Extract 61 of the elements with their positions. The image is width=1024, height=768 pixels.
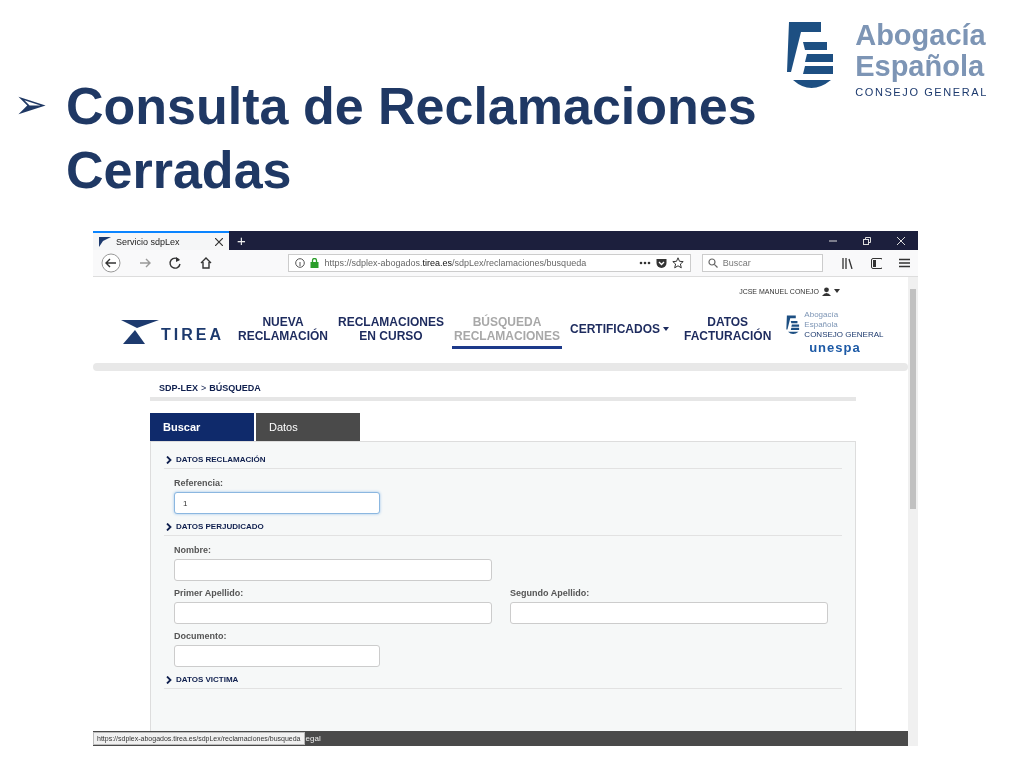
input-field[interactable]: 1 xyxy=(174,492,380,514)
back-icon[interactable] xyxy=(101,253,121,273)
nav-link[interactable]: DATOS FACTURACIÓN xyxy=(682,315,774,349)
field-label: Referencia: xyxy=(174,478,225,488)
chevron-icon xyxy=(166,455,172,464)
tab[interactable]: Buscar xyxy=(150,413,254,441)
slide-title: Consulta de Reclamaciones Cerradas xyxy=(66,76,757,201)
partner-logo: unespa xyxy=(809,339,861,355)
logo-name: Española xyxy=(804,319,839,330)
address-bar[interactable]: https://sdplex-abogados.tirea.es/sdpLex/reclamaciones/busqueda xyxy=(288,254,691,272)
section-title[interactable]: DATOS VICTIMA xyxy=(176,675,239,684)
more-icon[interactable] xyxy=(638,261,651,265)
reload-icon[interactable] xyxy=(168,256,182,270)
library-icon[interactable] xyxy=(841,257,854,269)
logo-subtitle: CONSEJO GENERAL xyxy=(855,86,988,98)
restore-icon[interactable] xyxy=(862,235,872,246)
brand-mark-icon xyxy=(121,320,159,344)
field-label: Nombre: xyxy=(174,545,212,555)
field-label: Primer Apellido: xyxy=(174,588,245,598)
nav-link[interactable]: NUEVA RECLAMACIÓN xyxy=(236,315,330,349)
scales-logo-icon xyxy=(786,314,801,335)
chevron-icon xyxy=(166,675,172,684)
user-icon[interactable] xyxy=(822,286,831,296)
nav-link[interactable]: RECLAMACIONES EN CURSO xyxy=(336,315,446,349)
breadcrumb-current: BÚSQUEDA xyxy=(209,383,261,393)
browser-tab[interactable]: Servicio sdpLex xyxy=(93,231,229,250)
forward-icon[interactable] xyxy=(137,256,152,270)
home-icon[interactable] xyxy=(198,256,213,270)
nav-link[interactable]: CERTIFICADOS xyxy=(568,322,672,342)
chevron-icon xyxy=(166,522,172,531)
sidebar-icon[interactable] xyxy=(870,257,883,269)
input-field[interactable] xyxy=(174,645,380,667)
field-label: Documento: xyxy=(174,631,228,641)
site-icon xyxy=(99,236,111,247)
field-label: Segundo Apellido: xyxy=(510,588,591,598)
new-tab-button[interactable]: + xyxy=(229,231,254,250)
breadcrumb-link[interactable]: SDP-LEX xyxy=(159,383,198,393)
breadcrumb-separator: > xyxy=(201,383,207,393)
search-field[interactable]: Buscar xyxy=(701,254,823,272)
menu-icon[interactable] xyxy=(899,258,910,268)
caret-icon[interactable] xyxy=(834,289,840,293)
info-icon[interactable] xyxy=(295,258,306,268)
section-title[interactable]: DATOS RECLAMACIÓN xyxy=(176,455,266,464)
section-title[interactable]: DATOS PERJUDICADO xyxy=(176,522,264,531)
tab[interactable]: Datos xyxy=(256,413,360,441)
lock-icon xyxy=(310,258,320,268)
brand-name: TIREA xyxy=(161,326,224,344)
footer-text: egal xyxy=(305,734,321,743)
shield-icon[interactable] xyxy=(655,257,667,269)
input-field[interactable] xyxy=(174,559,492,581)
logo-subtitle: CONSEJO GENERAL xyxy=(804,329,884,340)
logo-name: Española xyxy=(855,51,985,82)
input-field[interactable] xyxy=(174,602,492,624)
close-icon[interactable] xyxy=(215,237,223,246)
search-icon xyxy=(707,258,718,268)
bullet-arrow: ➢ xyxy=(14,81,48,128)
star-icon[interactable] xyxy=(671,257,684,269)
logo-name: Abogacía xyxy=(855,20,987,51)
logo-name: Abogacía xyxy=(804,309,840,320)
scrollbar[interactable] xyxy=(908,277,918,746)
input-field[interactable] xyxy=(510,602,828,624)
